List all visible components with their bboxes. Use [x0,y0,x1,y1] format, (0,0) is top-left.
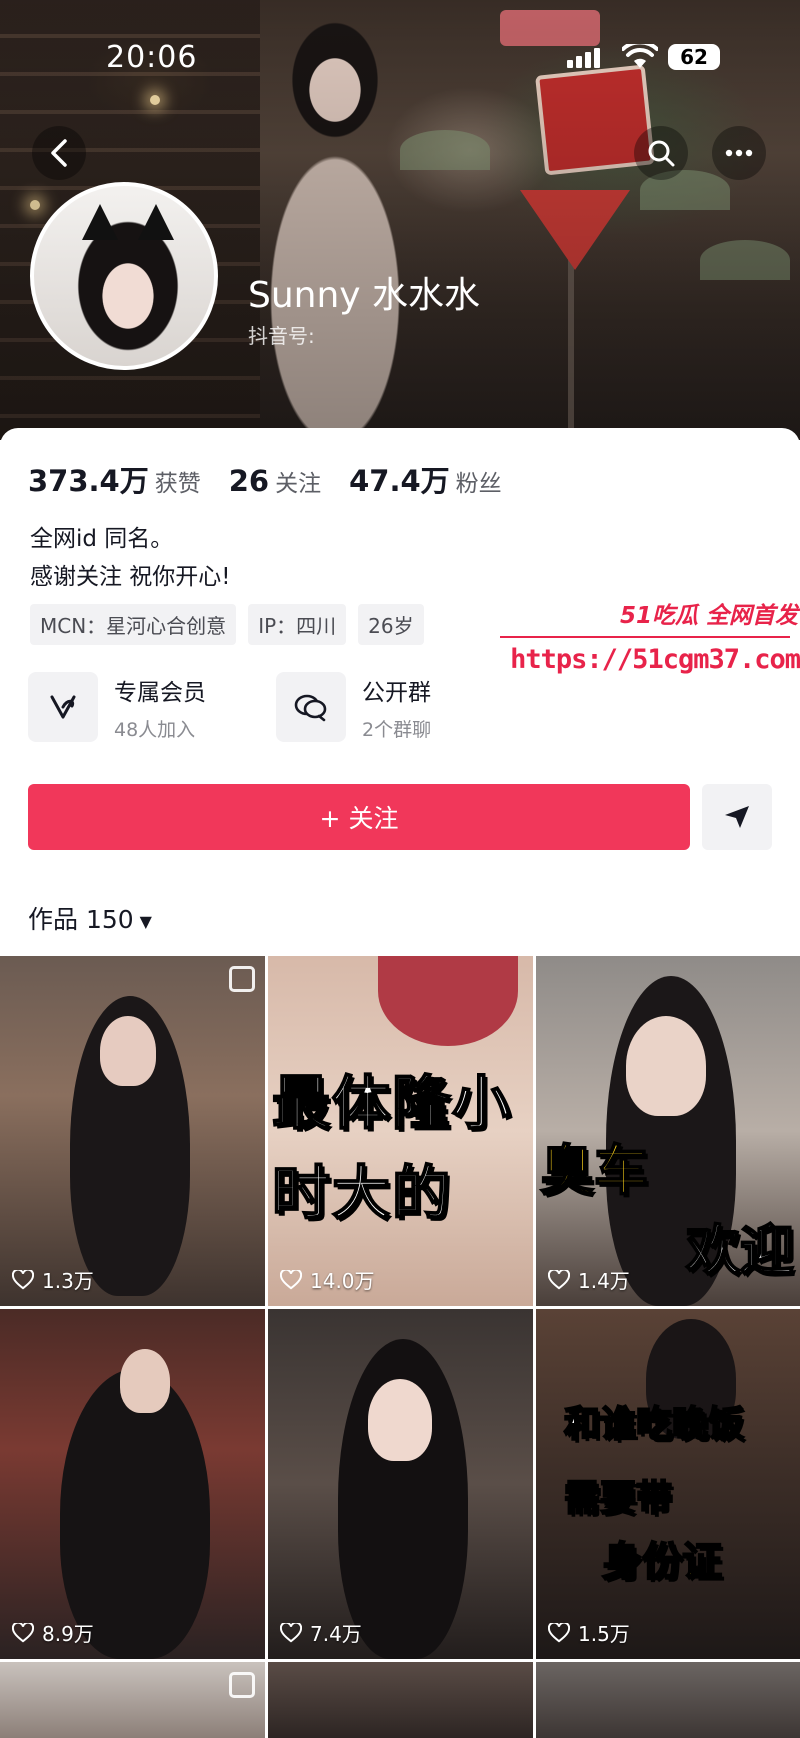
bio-line: 全网id 同名。 [30,526,174,552]
wifi-icon [622,44,658,68]
caret-down-icon: ▼ [139,911,152,931]
video-likes: 1.4万 [548,1265,630,1294]
heart-icon [280,1269,302,1289]
watermark-title: 51吃瓜 全网首发 [619,603,798,629]
cat-ear [138,204,174,240]
video-likes: 1.3万 [12,1265,94,1294]
heart-icon [548,1269,570,1289]
douyin-id-label[interactable]: 抖音号: [248,320,315,349]
membership-subtitle: 48人加入 [114,718,196,741]
more-dots-icon [725,149,753,157]
heart-icon [12,1622,34,1642]
membership-title: 专属会员 [114,679,206,706]
profile-bio: 全网id 同名。 感谢关注 祝你开心! [30,520,231,596]
heart-icon [12,1269,34,1289]
video-likes: 14.0万 [280,1265,375,1294]
multi-image-icon [229,966,255,992]
search-icon [648,140,675,167]
send-icon [725,806,749,828]
video-tile[interactable]: 8.9万 [0,1309,265,1659]
watermark: 51吃瓜 全网首发 https://51cgm37.com [500,596,800,675]
video-tile[interactable]: 最体隆小 时大的 14.0万 [268,956,533,1306]
search-button[interactable] [634,126,688,180]
video-caption: 时大的 [271,1158,453,1228]
stat-following[interactable]: 26 关注 [229,464,321,498]
more-options-button[interactable] [712,126,766,180]
group-subtitle: 2个群聊 [362,718,432,741]
cellular-signal-icon [567,48,600,68]
chat-bubbles-icon [294,694,327,722]
stat-likes[interactable]: 373.4万 获赞 [28,458,201,500]
video-tile[interactable]: 和谁吃晚饭 需要带 身份证 1.5万 [536,1309,800,1659]
avatar[interactable] [30,182,218,370]
tag-mcn[interactable]: MCN：星河心合创意 [30,604,237,645]
group-title: 公开群 [362,679,431,706]
video-caption: 和谁吃晚饭 [563,1403,745,1446]
video-tile[interactable]: 7.4万 [268,1309,533,1659]
video-caption: 欢迎 [685,1218,795,1283]
multi-image-icon [229,1672,255,1698]
tag-age: 26岁 [358,604,424,645]
follow-button[interactable]: + 关注 [28,784,690,850]
back-button[interactable] [32,126,86,180]
bio-line: 感谢关注 祝你开心! [30,564,231,590]
battery-indicator: 62 [668,44,720,70]
public-group-entry[interactable]: 公开群 2个群聊 [276,672,431,742]
video-caption: 最体隆小 [271,1068,513,1138]
cat-ear [82,204,118,240]
profile-name: Sunny 水水水 [248,275,481,316]
status-bar: 20:06 62 [0,32,800,82]
video-caption: 臭车 [539,1138,649,1203]
works-tab[interactable]: 作品 150 ▼ [28,900,152,936]
video-tile[interactable] [0,1662,265,1738]
video-likes: 7.4万 [280,1618,362,1647]
video-likes: 1.5万 [548,1618,630,1647]
profile-tags: MCN：星河心合创意 IP：四川 26岁 [30,604,424,645]
video-tile[interactable]: 1.3万 [0,956,265,1306]
heart-icon [280,1622,302,1642]
status-time: 20:06 [106,40,198,75]
video-caption: 身份证 [601,1538,723,1586]
video-likes: 8.9万 [12,1618,94,1647]
share-button[interactable] [702,784,772,850]
profile-stats: 373.4万 获赞 26 关注 47.4万 粉丝 [28,458,502,500]
video-tile[interactable] [536,1662,800,1738]
heart-icon [548,1622,570,1642]
video-caption: 需要带 [563,1477,673,1520]
stat-followers[interactable]: 47.4万 粉丝 [349,458,502,500]
chevron-left-icon [51,139,67,167]
video-tile[interactable]: 臭车 欢迎 1.4万 [536,956,800,1306]
heart-v-icon [50,695,76,719]
membership-entry[interactable]: 专属会员 48人加入 [28,672,206,742]
watermark-url: https://51cgm37.com [510,644,800,675]
tag-ip: IP：四川 [248,604,347,645]
video-tile[interactable] [268,1662,533,1738]
